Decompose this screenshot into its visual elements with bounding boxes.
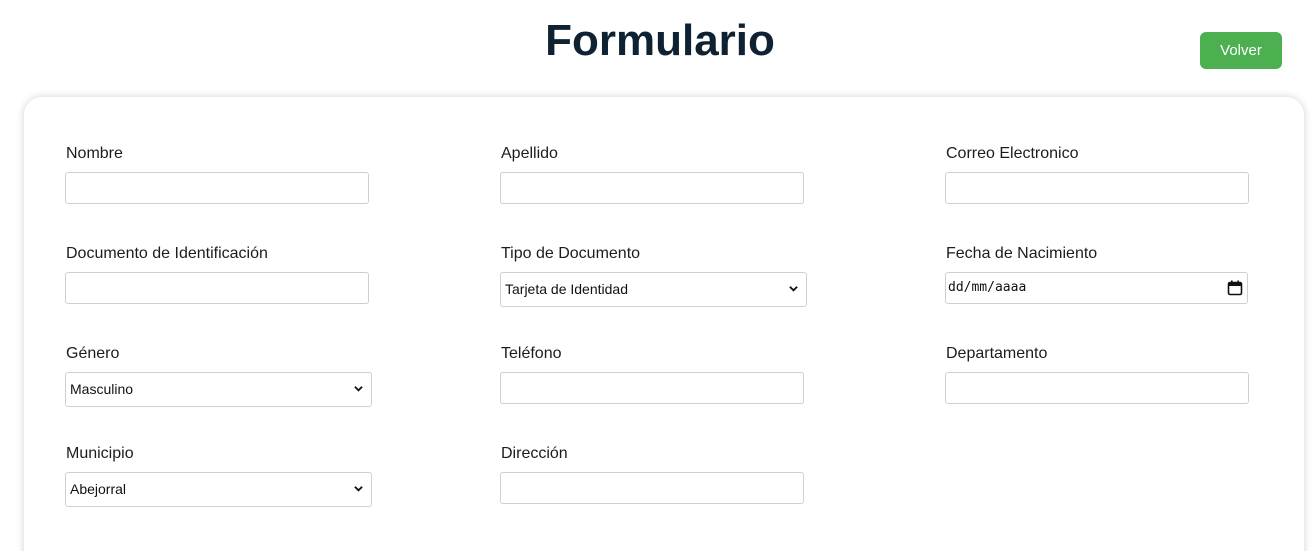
telefono-input[interactable]: [500, 372, 804, 404]
genero-label: Género: [66, 345, 120, 362]
departamento-input[interactable]: [945, 372, 1249, 404]
field-apellido: Apellido: [500, 144, 804, 204]
back-button[interactable]: Volver: [1200, 32, 1282, 69]
correo-input[interactable]: [945, 172, 1249, 204]
correo-label: Correo Electronico: [946, 145, 1079, 162]
genero-select[interactable]: Masculino: [65, 372, 372, 407]
tipo-documento-label: Tipo de Documento: [501, 245, 641, 262]
municipio-value: Abejorral: [70, 481, 127, 497]
chevron-down-icon: [354, 486, 363, 492]
apellido-label: Apellido: [501, 145, 558, 162]
municipio-label: Municipio: [66, 445, 134, 462]
nombre-label: Nombre: [66, 145, 123, 162]
calendar-icon[interactable]: [1227, 280, 1243, 296]
chevron-down-icon: [789, 286, 798, 292]
direccion-label: Dirección: [501, 445, 568, 462]
telefono-label: Teléfono: [501, 345, 562, 362]
page: Formulario Volver Nombre Apellido Correo…: [0, 0, 1315, 551]
fecha-nacimiento-label: Fecha de Nacimiento: [946, 245, 1098, 262]
field-genero: Género Masculino: [65, 344, 372, 407]
page-title: Formulario: [545, 16, 775, 65]
fecha-nacimiento-placeholder: dd/mm/aaaa: [948, 280, 1027, 295]
departamento-label: Departamento: [946, 345, 1048, 362]
field-departamento: Departamento: [945, 344, 1249, 404]
documento-label: Documento de Identificación: [66, 245, 268, 262]
municipio-select[interactable]: Abejorral: [65, 472, 372, 507]
field-nombre: Nombre: [65, 144, 369, 204]
field-correo: Correo Electronico: [945, 144, 1249, 204]
field-tipo-documento: Tipo de Documento Tarjeta de Identidad: [500, 244, 807, 307]
nombre-input[interactable]: [65, 172, 369, 204]
tipo-documento-select[interactable]: Tarjeta de Identidad: [500, 272, 807, 307]
field-direccion: Dirección: [500, 444, 804, 504]
fecha-nacimiento-input[interactable]: dd/mm/aaaa: [945, 272, 1248, 304]
chevron-down-icon: [354, 386, 363, 392]
apellido-input[interactable]: [500, 172, 804, 204]
field-documento: Documento de Identificación: [65, 244, 369, 304]
tipo-documento-value: Tarjeta de Identidad: [505, 281, 628, 297]
documento-input[interactable]: [65, 272, 369, 304]
field-municipio: Municipio Abejorral: [65, 444, 372, 507]
field-fecha-nacimiento: Fecha de Nacimiento dd/mm/aaaa: [945, 244, 1248, 304]
field-telefono: Teléfono: [500, 344, 804, 404]
direccion-input[interactable]: [500, 472, 804, 504]
form-card: Nombre Apellido Correo Electronico Docum…: [24, 97, 1304, 551]
genero-value: Masculino: [70, 381, 134, 397]
